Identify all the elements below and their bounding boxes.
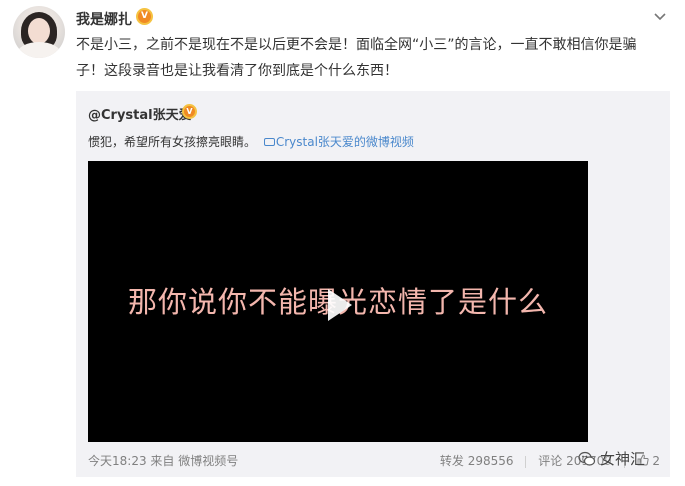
- repost-button[interactable]: 转发 298556: [440, 454, 514, 468]
- video-link[interactable]: Crystal张天爱的微博视频: [263, 135, 414, 149]
- post-source: 来自 微博视频号: [150, 454, 239, 468]
- post-text: 不是小三，之前不是现在不是以后更不会是！面临全网“小三”的言论，一直不敢相信你是…: [76, 37, 637, 79]
- username[interactable]: 我是娜扎: [76, 9, 132, 29]
- video-link-label: Crystal张天爱的微博视频: [275, 135, 414, 149]
- play-icon[interactable]: [328, 289, 352, 321]
- avatar[interactable]: [13, 6, 65, 58]
- repost-body: 惯犯，希望所有女孩擦亮眼睛。: [88, 135, 257, 149]
- verified-badge-icon: V: [182, 104, 197, 119]
- watermark: 女神汇: [578, 448, 645, 469]
- verified-badge-icon: V: [136, 8, 153, 25]
- post-meta: 今天18:23 来自 微博视频号: [88, 452, 238, 469]
- video-player[interactable]: 那你说你不能曝光恋情了是什么: [88, 161, 588, 442]
- divider: [525, 455, 527, 468]
- watermark-text: 女神汇: [600, 450, 646, 468]
- repost-text: 惯犯，希望所有女孩擦亮眼睛。 Crystal张天爱的微博视频: [88, 133, 414, 150]
- wechat-icon: [578, 451, 596, 466]
- repost-card: @Crystal张天爱 V 惯犯，希望所有女孩擦亮眼睛。 Crystal张天爱的…: [76, 91, 670, 477]
- video-icon: [263, 137, 275, 146]
- chevron-down-icon[interactable]: [653, 10, 667, 24]
- repost-author-link[interactable]: @Crystal张天爱: [88, 104, 192, 123]
- post-time[interactable]: 今天18:23: [88, 454, 147, 468]
